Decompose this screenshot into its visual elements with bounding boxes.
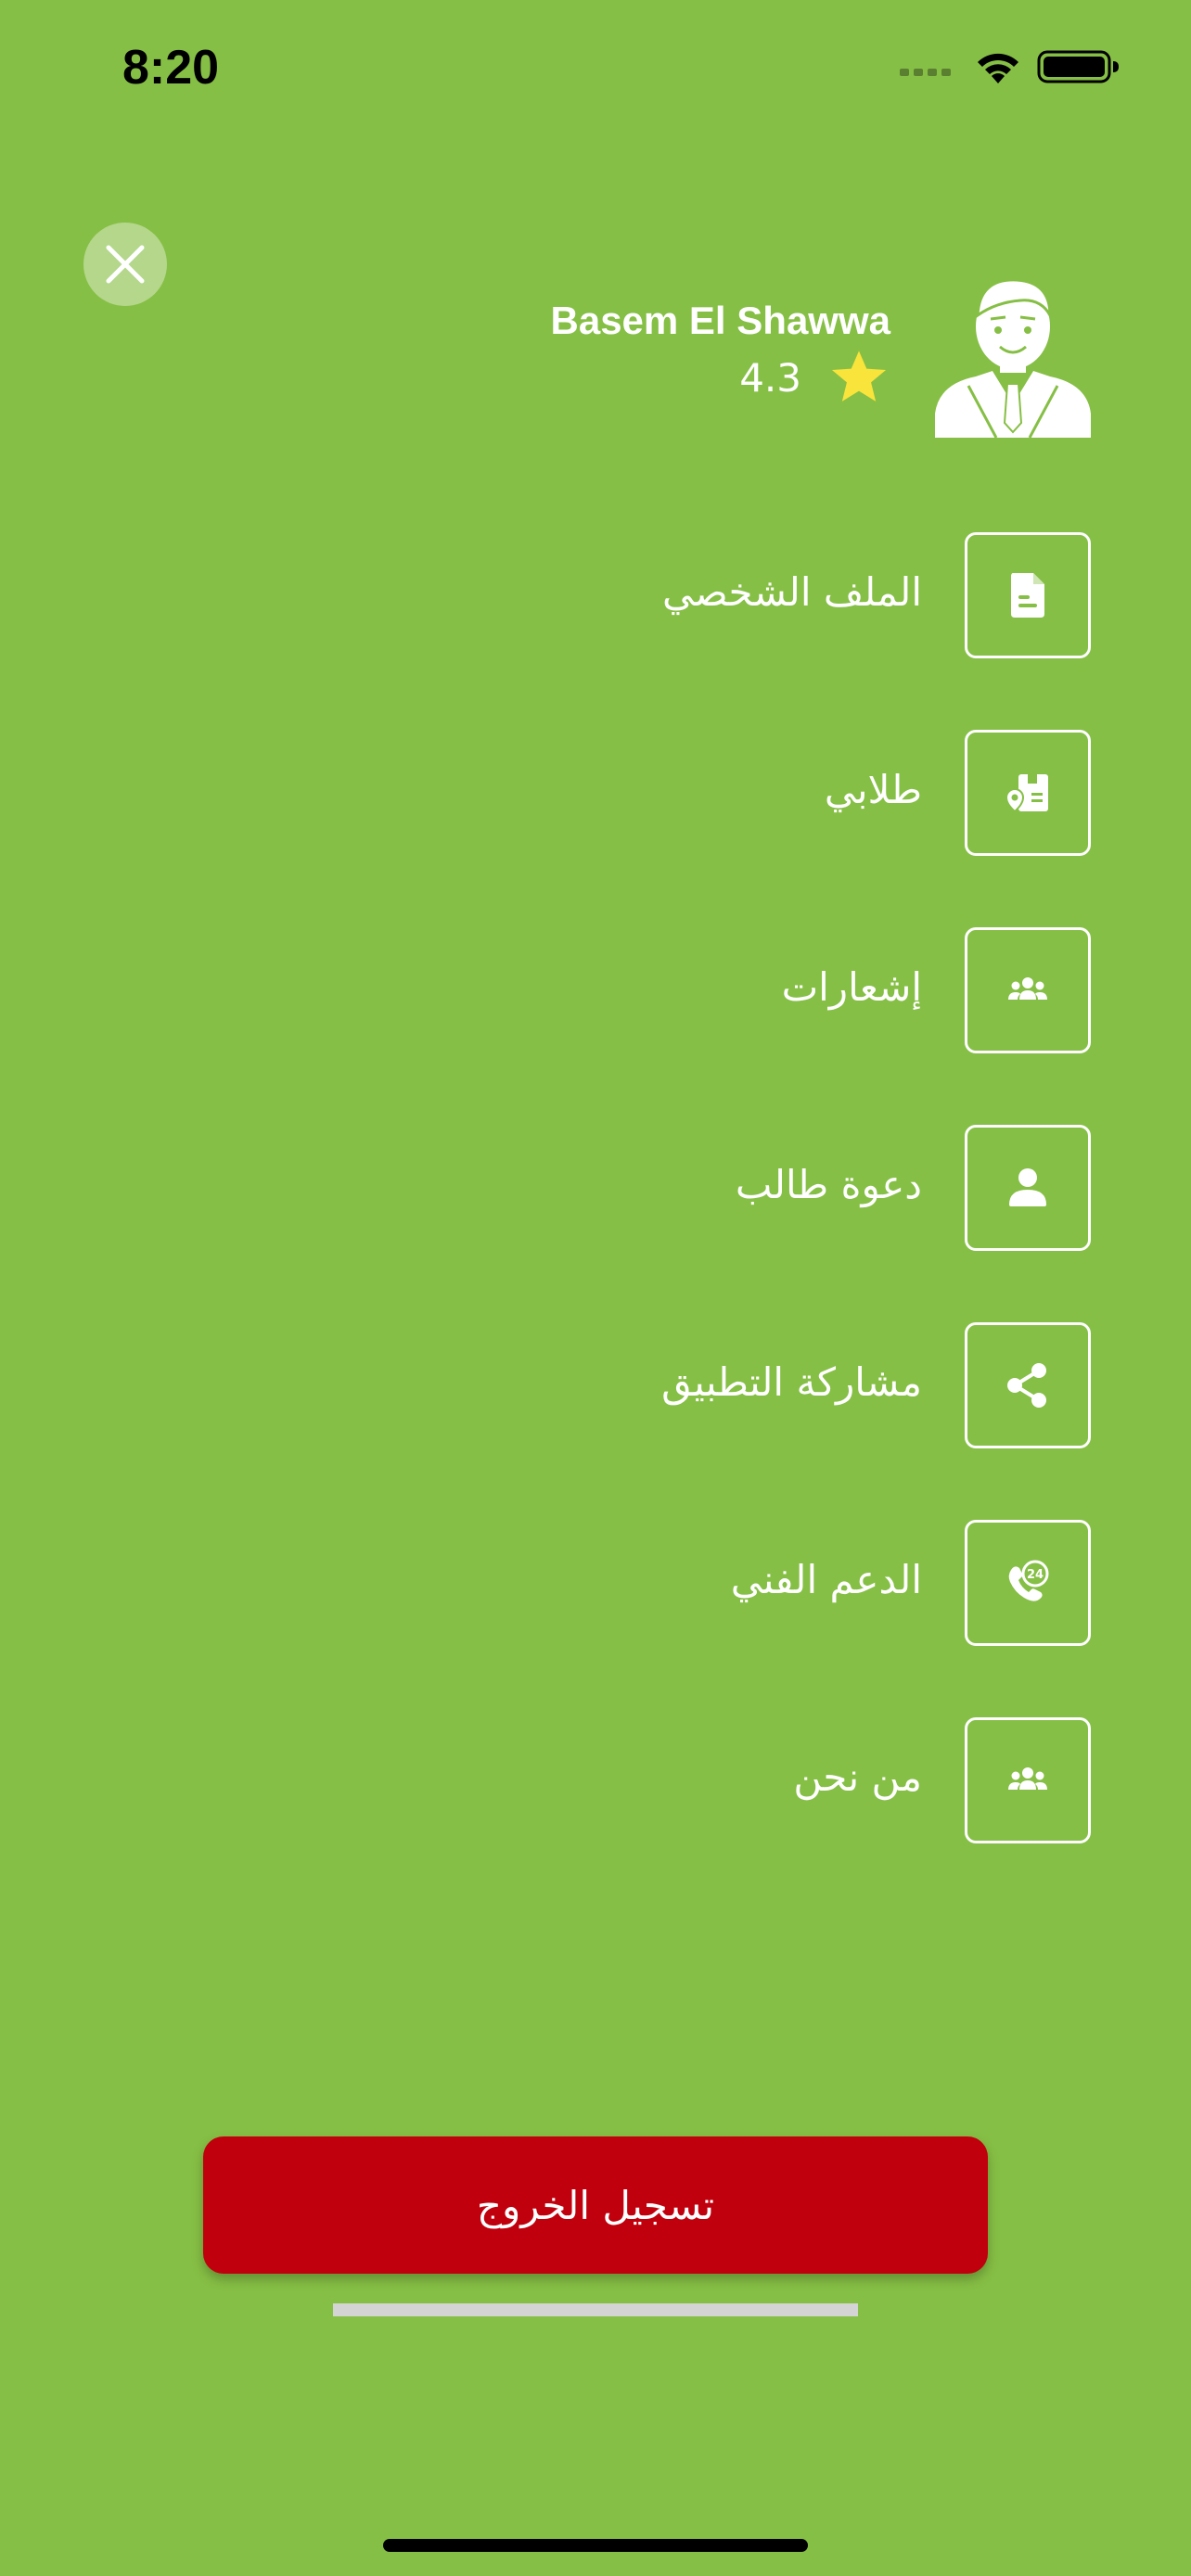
avatar-icon [935, 278, 1091, 438]
wifi-icon [978, 53, 1018, 83]
logout-button[interactable]: تسجيل الخروج [203, 2136, 988, 2274]
menu-item-invite-student[interactable]: دعوة طالب [631, 1125, 1091, 1251]
status-time: 8:20 [122, 41, 220, 95]
menu-item-about-us[interactable]: من نحن [631, 1717, 1091, 1843]
menu-icon-box [965, 1322, 1091, 1448]
menu-icon-box: 24 [965, 1520, 1091, 1646]
menu-icon-box [965, 532, 1091, 658]
close-icon [106, 245, 145, 284]
support-24-icon: 24 [1008, 1560, 1049, 1601]
menu-label: إشعارات [781, 964, 922, 1010]
status-icons [900, 45, 1119, 91]
divider-bar [333, 2303, 858, 2316]
user-name: Basem El Shawwa [550, 299, 891, 342]
people-group-icon [1008, 1767, 1047, 1790]
document-icon [1011, 573, 1044, 618]
menu-label: الملف الشخصي [662, 569, 922, 615]
delivery-box-icon [1005, 774, 1048, 813]
menu-item-technical-support[interactable]: 24 الدعم الفني [631, 1520, 1091, 1646]
share-icon [1007, 1363, 1046, 1408]
star-icon [831, 351, 887, 402]
battery-icon [1037, 50, 1119, 83]
menu-icon-box [965, 1125, 1091, 1251]
close-button[interactable] [83, 223, 167, 306]
menu-item-my-students[interactable]: طلابي [631, 730, 1091, 856]
logout-label: تسجيل الخروج [476, 2183, 715, 2228]
signal-icon [900, 69, 951, 76]
menu-item-notifications[interactable]: إشعارات [631, 927, 1091, 1053]
people-group-icon [1008, 977, 1047, 1000]
menu-item-profile[interactable]: الملف الشخصي [631, 532, 1091, 658]
menu-item-share-app[interactable]: مشاركة التطبيق [631, 1322, 1091, 1448]
menu-icon-box [965, 1717, 1091, 1843]
menu-label: مشاركة التطبيق [661, 1359, 922, 1405]
menu-icon-box [965, 927, 1091, 1053]
svg-text:24: 24 [1027, 1568, 1044, 1582]
menu-label: دعوة طالب [735, 1162, 922, 1207]
home-indicator[interactable] [383, 2539, 808, 2552]
user-rating: 4.3 [739, 345, 889, 410]
person-icon [1009, 1168, 1046, 1206]
menu-label: من نحن [793, 1754, 922, 1800]
menu-icon-box [965, 730, 1091, 856]
menu-label: الدعم الفني [730, 1557, 922, 1602]
menu-label: طلابي [824, 767, 922, 812]
rating-value: 4.3 [739, 354, 801, 401]
